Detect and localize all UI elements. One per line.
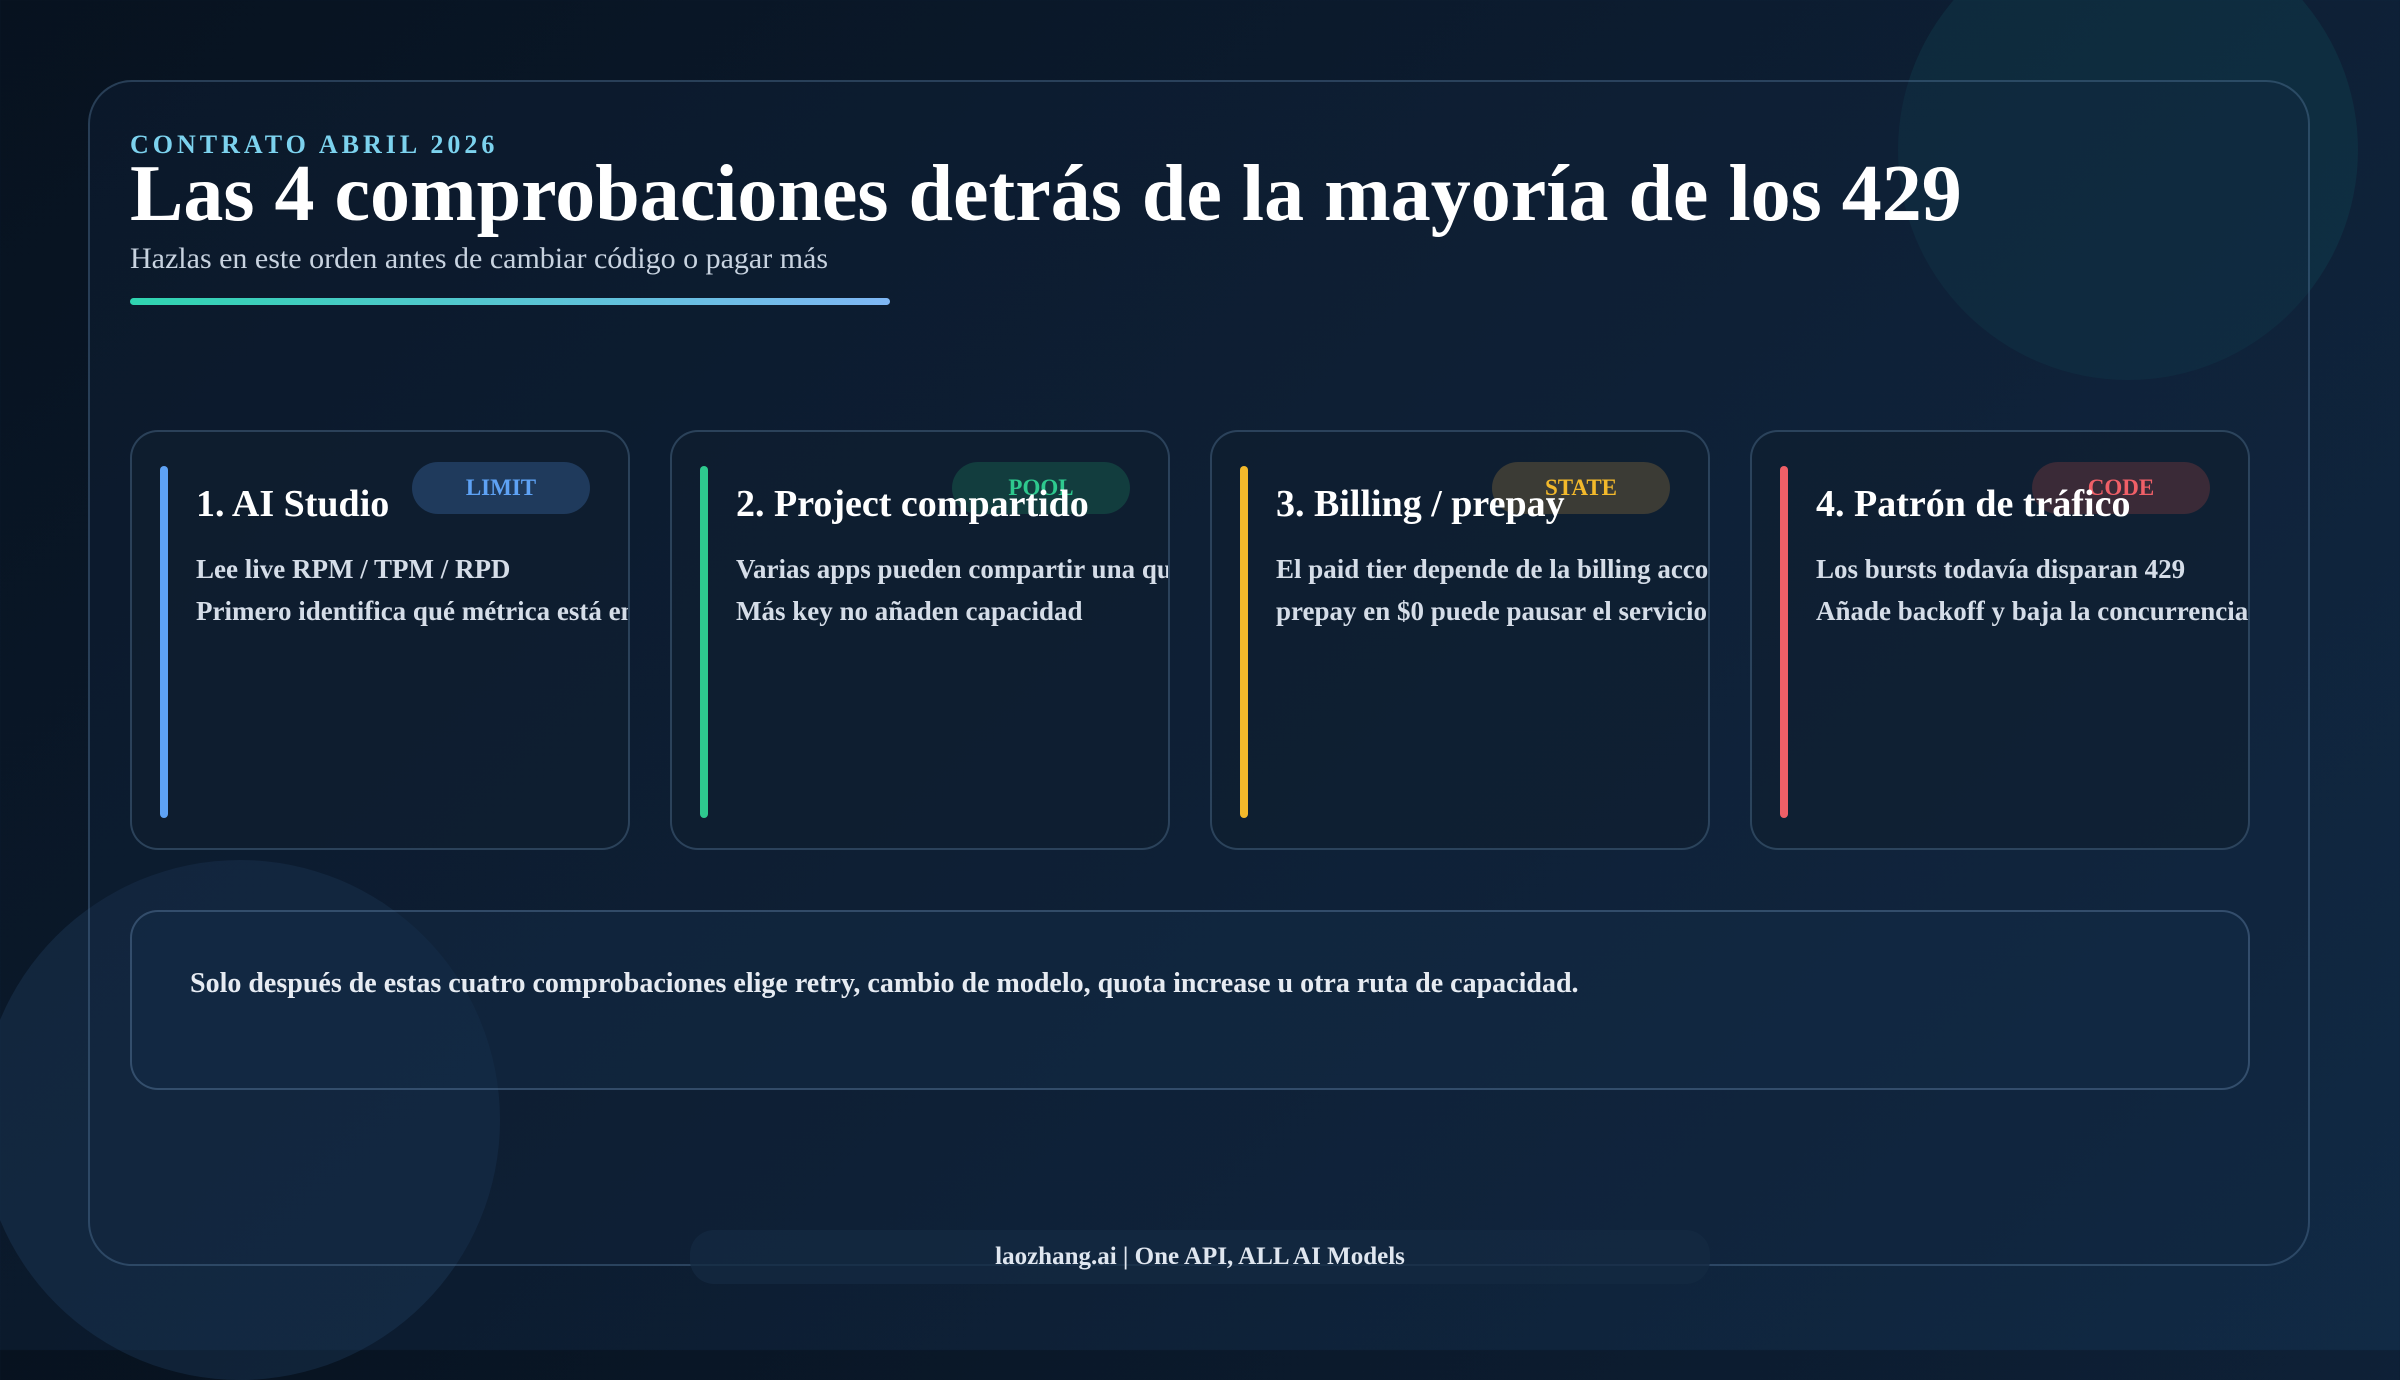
card-accent-bar: [700, 466, 708, 818]
card-line: Primero identifica qué métrica está en r: [196, 596, 630, 626]
card-line: Más key no añaden capacidad: [736, 596, 1083, 626]
card-line: Varias apps pueden compartir una quot: [736, 554, 1170, 584]
card-title: 2. Project compartido: [736, 483, 1089, 525]
page-title: Las 4 comprobaciones detrás de la mayorí…: [130, 150, 1962, 238]
card-title: 1. AI Studio: [196, 483, 390, 525]
check-card-ai-studio: LIMIT 1. AI Studio Lee live RPM / TPM / …: [130, 430, 630, 850]
check-card-traffic: CODE 4. Patrón de tráfico Los bursts tod…: [1750, 430, 2250, 850]
card-line: prepay en $0 puede pausar el servicio: [1276, 596, 1708, 626]
card-line: Lee live RPM / TPM / RPD: [196, 554, 511, 584]
summary-note-box: Solo después de estas cuatro comprobacio…: [130, 910, 2250, 1090]
card-line: Los bursts todavía disparan 429: [1816, 554, 2186, 584]
card-accent-bar: [1780, 466, 1788, 818]
card-title: 3. Billing / prepay: [1276, 483, 1565, 525]
card-badge: LIMIT: [412, 462, 590, 514]
summary-note-text: Solo después de estas cuatro comprobacio…: [190, 968, 1579, 999]
check-card-project: POOL 2. Project compartido Varias apps p…: [670, 430, 1170, 850]
card-line: Añade backoff y baja la concurrencia: [1816, 596, 2249, 626]
title-underline: [130, 298, 890, 305]
card-accent-bar: [1240, 466, 1248, 818]
card-line: El paid tier depende de la billing accou…: [1276, 554, 1710, 584]
card-accent-bar: [160, 466, 168, 818]
card-title: 4. Patrón de tráfico: [1816, 483, 2131, 525]
check-card-billing: STATE 3. Billing / prepay El paid tier d…: [1210, 430, 1710, 850]
page-subtitle: Hazlas en este orden antes de cambiar có…: [130, 242, 829, 275]
footer-brand: laozhang.ai | One API, ALL AI Models: [690, 1230, 1710, 1284]
